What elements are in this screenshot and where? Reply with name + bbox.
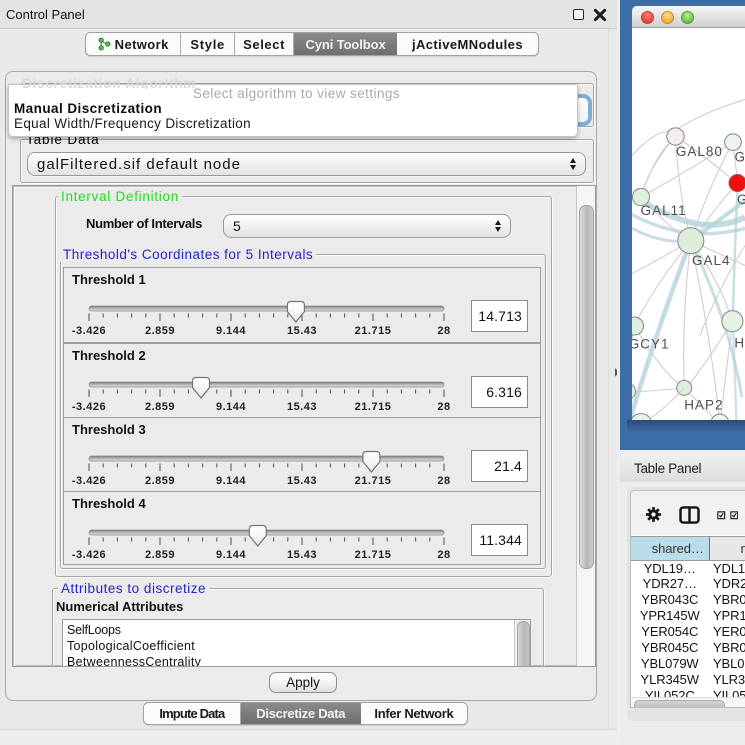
svg-text:9.144: 9.144 — [216, 325, 246, 337]
svg-text:15.43: 15.43 — [287, 325, 317, 337]
svg-text:15.43: 15.43 — [287, 401, 317, 413]
svg-text:28: 28 — [437, 325, 450, 337]
svg-text:15.43: 15.43 — [287, 549, 317, 561]
svg-text:-3.426: -3.426 — [72, 475, 106, 487]
svg-text:GCY1: GCY1 — [632, 337, 669, 352]
svg-text:28: 28 — [437, 475, 450, 487]
svg-text:-3.426: -3.426 — [72, 401, 106, 413]
svg-text:GAL11: GAL11 — [641, 203, 687, 218]
svg-text:2.859: 2.859 — [145, 401, 175, 413]
svg-text:2.859: 2.859 — [145, 325, 175, 337]
svg-text:GAL80: GAL80 — [676, 144, 723, 159]
svg-text:HAP2: HAP2 — [684, 398, 723, 413]
svg-text:21.715: 21.715 — [355, 401, 392, 413]
svg-text:-3.426: -3.426 — [72, 325, 106, 337]
svg-text:9.144: 9.144 — [216, 549, 246, 561]
svg-text:15.43: 15.43 — [287, 475, 317, 487]
svg-text:9.144: 9.144 — [216, 401, 246, 413]
svg-text:-3.426: -3.426 — [72, 549, 106, 561]
svg-text:G: G — [737, 192, 745, 207]
svg-text:21.715: 21.715 — [355, 325, 392, 337]
svg-text:9.144: 9.144 — [216, 475, 246, 487]
svg-text:21.715: 21.715 — [355, 475, 392, 487]
svg-text:GA: GA — [735, 150, 745, 165]
svg-text:HI: HI — [734, 336, 745, 351]
svg-text:21.715: 21.715 — [355, 549, 392, 561]
svg-text:28: 28 — [437, 549, 450, 561]
svg-text:28: 28 — [437, 401, 450, 413]
svg-text:GAL4: GAL4 — [692, 253, 731, 268]
svg-text:2.859: 2.859 — [145, 475, 175, 487]
svg-text:2.859: 2.859 — [145, 549, 175, 561]
